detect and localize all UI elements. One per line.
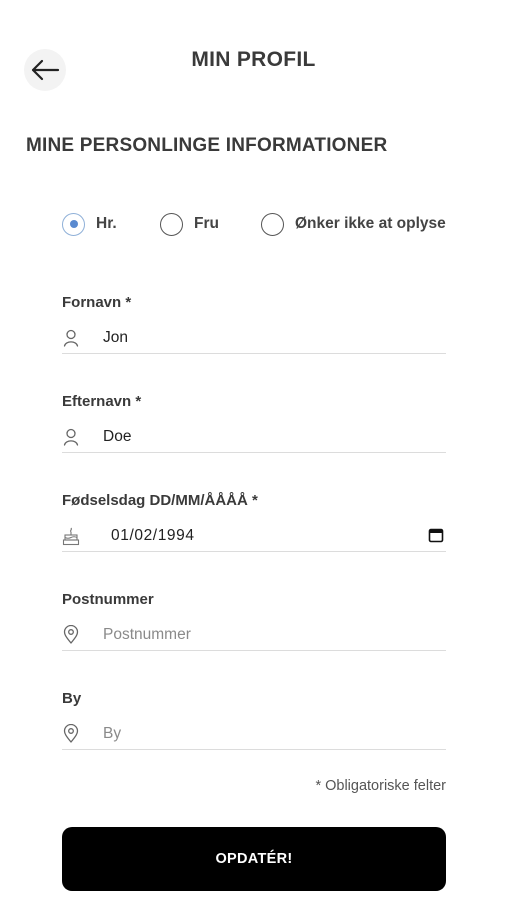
last-name-label: Efternavn * bbox=[62, 393, 142, 410]
salutation-radio-group: Hr. Fru Ønker ikke at oplyse bbox=[62, 211, 446, 237]
first-name-field: Fornavn * Jon bbox=[62, 294, 446, 362]
first-name-value: Jon bbox=[103, 328, 128, 346]
location-pin-icon bbox=[62, 625, 80, 645]
birthday-label: Fødselsdag DD/MM/ÅÅÅÅ * bbox=[62, 492, 258, 509]
first-name-label: Fornavn * bbox=[62, 294, 132, 311]
postal-code-placeholder: Postnummer bbox=[103, 625, 191, 643]
radio-button[interactable] bbox=[261, 212, 284, 236]
cake-icon bbox=[62, 526, 80, 546]
user-icon bbox=[62, 427, 80, 447]
city-field: By By bbox=[62, 690, 446, 758]
radio-label-hr: Hr. bbox=[96, 215, 117, 232]
city-placeholder: By bbox=[103, 724, 122, 742]
radio-option-not-disclose[interactable]: Ønker ikke at oplyse bbox=[261, 211, 446, 237]
last-name-value: Doe bbox=[103, 427, 132, 445]
radio-option-hr[interactable]: Hr. bbox=[62, 211, 117, 237]
radio-button[interactable] bbox=[160, 212, 183, 236]
radio-dot bbox=[69, 220, 78, 228]
first-name-input[interactable]: Jon bbox=[62, 322, 446, 354]
city-label: By bbox=[62, 690, 82, 707]
postal-code-field: Postnummer Postnummer bbox=[62, 591, 446, 659]
location-pin-icon bbox=[62, 724, 80, 744]
city-input[interactable]: By bbox=[62, 718, 446, 750]
user-icon bbox=[62, 328, 80, 348]
update-button[interactable]: OPDATÉR! bbox=[62, 827, 446, 891]
birthday-value: 01/02/1994 bbox=[111, 526, 195, 544]
page-title: MIN PROFIL bbox=[191, 48, 316, 71]
radio-option-fru[interactable]: Fru bbox=[160, 211, 219, 237]
calendar-icon[interactable] bbox=[428, 527, 444, 543]
required-fields-note: * Obligatoriske felter bbox=[315, 778, 446, 794]
section-title: MINE PERSONLINGE INFORMATIONER bbox=[26, 135, 388, 156]
last-name-input[interactable]: Doe bbox=[62, 421, 446, 453]
birthday-input[interactable]: 01/02/1994 bbox=[62, 520, 446, 552]
postal-code-label: Postnummer bbox=[62, 591, 154, 608]
postal-code-input[interactable]: Postnummer bbox=[62, 619, 446, 651]
radio-label-not-disclose: Ønker ikke at oplyse bbox=[295, 215, 446, 232]
radio-button-selected[interactable] bbox=[62, 212, 85, 236]
radio-label-fru: Fru bbox=[194, 215, 219, 232]
last-name-field: Efternavn * Doe bbox=[62, 393, 446, 461]
birthday-field: Fødselsdag DD/MM/ÅÅÅÅ * 01/02/1994 bbox=[62, 492, 446, 560]
